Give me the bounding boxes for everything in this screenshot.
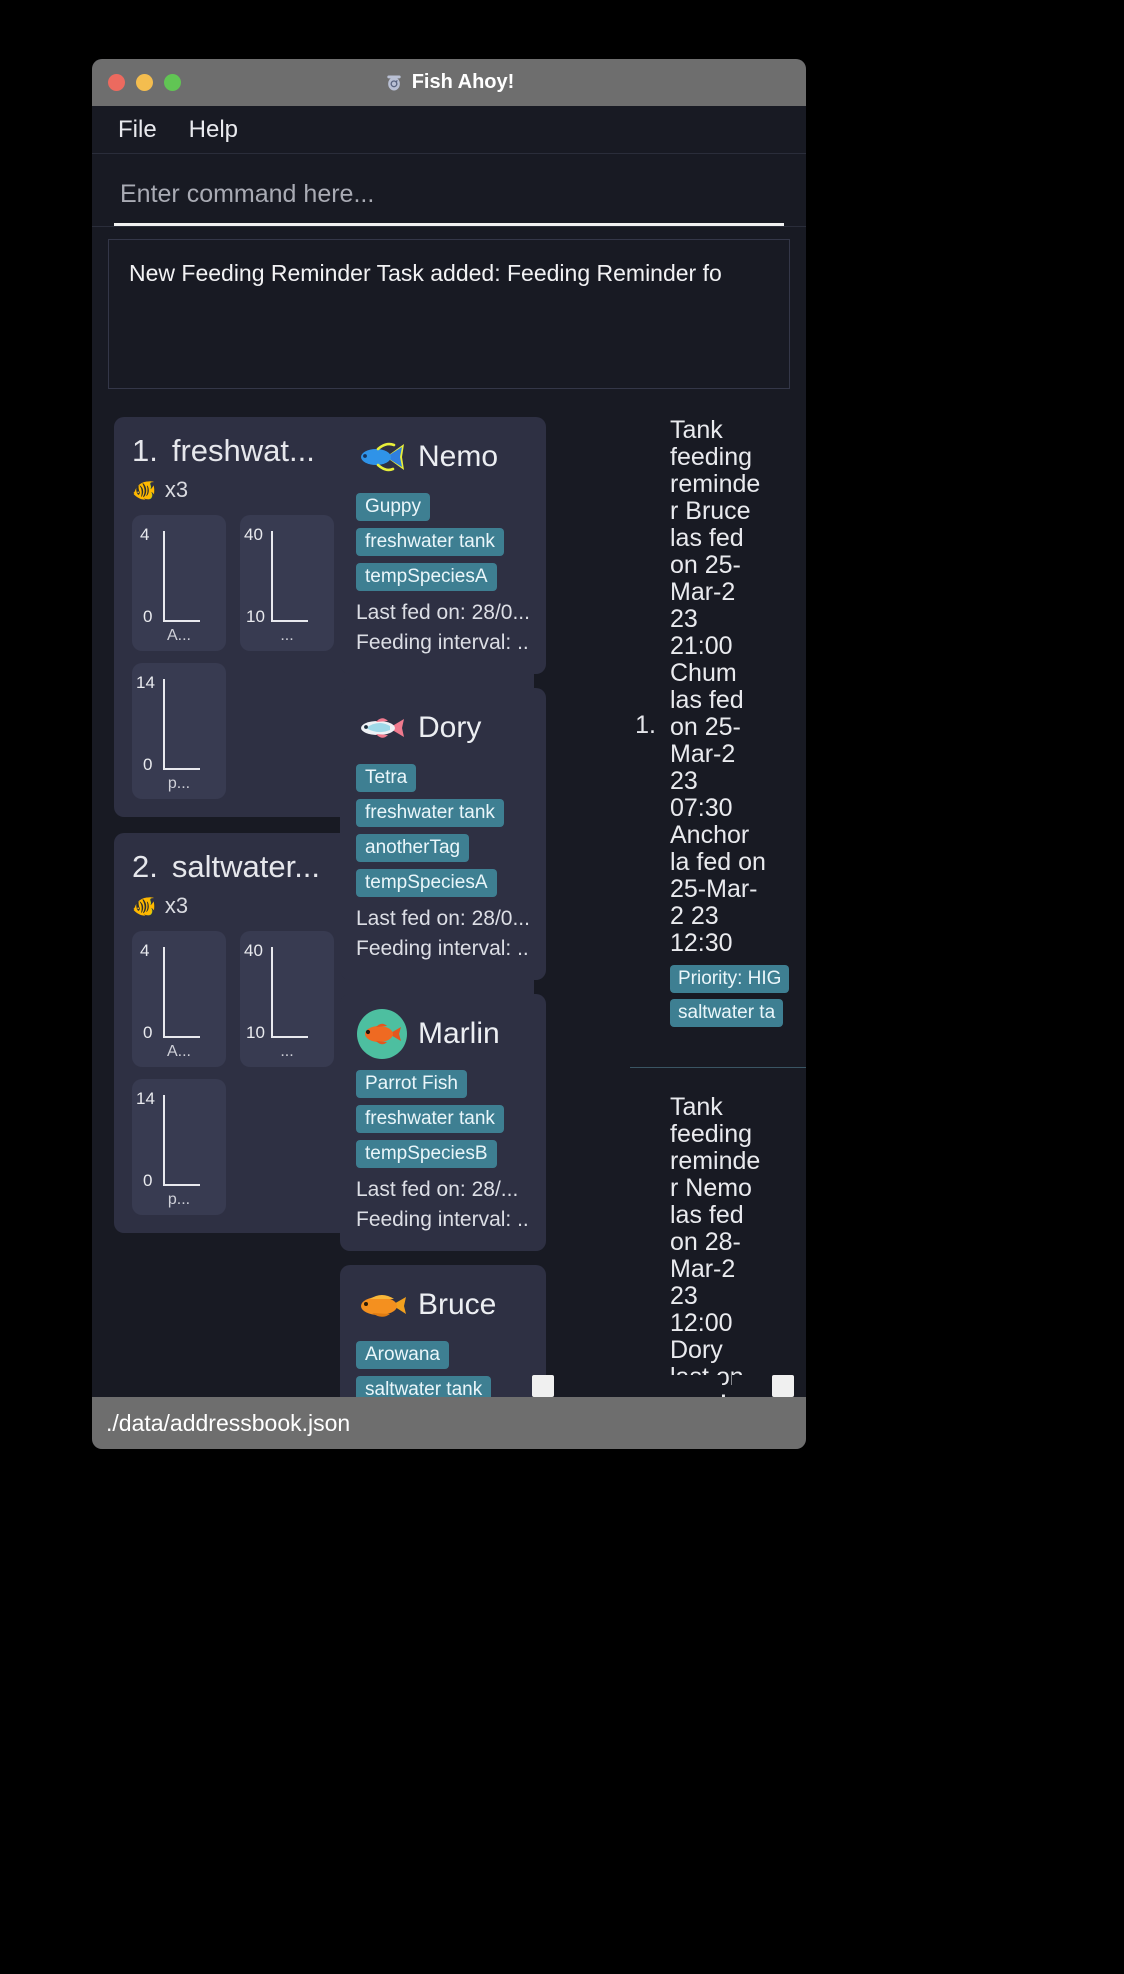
tank-chart-temp[interactable]: 40 10 ... — [240, 515, 334, 651]
fish-column-scroll-thumb[interactable] — [532, 1375, 554, 1397]
fish-tag[interactable]: tempSpeciesA — [356, 869, 497, 897]
task-row[interactable]: 2. Tank feeding reminder Nemo las fed on… — [630, 1093, 806, 1398]
fish-tag[interactable]: Tetra — [356, 764, 417, 792]
title-bar: Fish Ahoy! — [92, 59, 806, 106]
fish-feeding-interval: Feeding interval: ... — [356, 1208, 530, 1231]
app-window: Fish Ahoy! File Help New Feeding Reminde… — [92, 59, 806, 1449]
close-button[interactable] — [108, 74, 125, 91]
tank-name: freshwat... — [171, 433, 315, 468]
chart-xlabel: ... — [280, 1043, 294, 1060]
task-body: Tank feeding reminder Bruce las fed on 2… — [670, 416, 790, 1033]
fish-tags: Parrot Fish freshwater tank tempSpeciesB — [356, 1070, 530, 1175]
parrot-fish-icon — [357, 1009, 407, 1059]
window-title-group: Fish Ahoy! — [92, 59, 806, 106]
fish-tag[interactable]: tempSpeciesA — [356, 563, 497, 591]
fish-tag[interactable]: anotherTag — [356, 834, 470, 862]
fish-last-fed: Last fed on: 28/... — [356, 1178, 519, 1201]
fish-header: Nemo — [356, 431, 530, 483]
status-file-path: ./data/addressbook.json — [106, 1409, 351, 1436]
menu-help[interactable]: Help — [189, 116, 238, 144]
fish-feeding-interval: Feeding interval: ... — [356, 631, 530, 654]
command-area — [92, 154, 806, 227]
fish-emoji-icon: 🐠 — [132, 479, 157, 502]
fish-card[interactable]: Nemo Guppy freshwater tank tempSpeciesA … — [340, 417, 546, 674]
tank-chart-ph[interactable]: 14 0 p... — [132, 663, 226, 799]
chart-xlabel: p... — [167, 1191, 191, 1208]
tank-index: 1. — [132, 433, 158, 468]
fish-app-icon — [387, 75, 401, 90]
task-tags: Priority: HIG saltwater ta — [670, 965, 790, 1033]
tank-list-column: 1. freshwat... 🐠 x3 4 0 A... 40 10 ... 1… — [92, 417, 534, 1397]
task-list-column: 1. Tank feeding reminder Bruce las fed o… — [552, 417, 806, 1397]
tank-chart-species[interactable]: 4 0 A... — [132, 931, 226, 1067]
arowana-fish-icon — [361, 1295, 406, 1317]
fish-name: Marlin — [418, 1017, 500, 1050]
fish-header: Bruce — [356, 1279, 530, 1331]
fish-last-fed: Last fed on: 28/0... — [356, 907, 530, 930]
task-tag-priority[interactable]: Priority: HIG — [670, 965, 790, 993]
result-display-box: New Feeding Reminder Task added: Feeding… — [108, 239, 790, 389]
menu-bar: File Help — [92, 106, 806, 154]
fish-header: Dory — [356, 702, 530, 754]
zoom-button[interactable] — [164, 74, 181, 91]
fish-tags: Arowana saltwater tank tempSpeciesA — [356, 1341, 530, 1397]
fish-tag[interactable]: Parrot Fish — [356, 1070, 467, 1098]
task-description: Tank feeding reminder Nemo las fed on 28… — [670, 1093, 761, 1398]
fish-name: Nemo — [418, 440, 499, 473]
task-description: Tank feeding reminder Bruce las fed on 2… — [670, 416, 766, 957]
guppy-fish-icon — [361, 442, 404, 472]
tank-chart-temp[interactable]: 40 10 ... — [240, 931, 334, 1067]
fish-last-fed: Last fed on: 28/0... — [356, 601, 530, 624]
chart-xlabel: A... — [166, 1043, 191, 1060]
tank-index: 2. — [132, 849, 158, 884]
fish-tag[interactable]: freshwater tank — [356, 528, 504, 556]
fish-header: Marlin — [356, 1008, 530, 1060]
fish-tag[interactable]: freshwater tank — [356, 1105, 504, 1133]
tetra-fish-icon — [361, 718, 404, 738]
fish-tags: Tetra freshwater tank anotherTag tempSpe… — [356, 764, 530, 904]
chart-xlabel: ... — [280, 627, 294, 644]
window-title: Fish Ahoy! — [411, 71, 515, 93]
tank-name: saltwater... — [171, 849, 321, 884]
fish-name: Dory — [418, 711, 482, 744]
fish-list-column: Nemo Guppy freshwater tank tempSpeciesA … — [340, 417, 552, 1397]
fish-feeding-interval: Feeding interval: ... — [356, 937, 530, 960]
fish-card[interactable]: Marlin Parrot Fish freshwater tank tempS… — [340, 994, 546, 1251]
tank-count-label: x3 — [164, 477, 189, 502]
fish-tag[interactable]: tempSpeciesB — [356, 1140, 497, 1168]
fish-column-hscrollbar[interactable] — [532, 1375, 722, 1397]
chart-xlabel: A... — [166, 627, 191, 644]
task-tag-tank[interactable]: saltwater ta — [670, 999, 784, 1027]
task-column-scroll-thumb[interactable] — [772, 1375, 794, 1397]
fish-tag[interactable]: freshwater tank — [356, 799, 504, 827]
status-bar: ./data/addressbook.json — [92, 1397, 806, 1449]
tank-chart-species[interactable]: 4 0 A... — [132, 515, 226, 651]
tank-chart-ph[interactable]: 14 0 p... — [132, 1079, 226, 1215]
fish-tag[interactable]: Guppy — [356, 493, 430, 521]
result-area: New Feeding Reminder Task added: Feeding… — [92, 227, 806, 403]
tank-count-label: x3 — [164, 893, 189, 918]
task-body: Tank feeding reminder Nemo las fed on 28… — [670, 1093, 766, 1398]
main-content: 1. freshwat... 🐠 x3 4 0 A... 40 10 ... 1… — [92, 403, 806, 1397]
fish-tag[interactable]: Arowana — [356, 1341, 449, 1369]
task-column-hscrollbar[interactable] — [732, 1375, 806, 1397]
task-row[interactable]: 1. Tank feeding reminder Bruce las fed o… — [630, 417, 806, 1033]
fish-name: Bruce — [418, 1288, 497, 1321]
task-separator — [630, 1067, 806, 1068]
task-index: 1. — [635, 710, 656, 739]
fish-card[interactable]: Dory Tetra freshwater tank anotherTag te… — [340, 688, 546, 980]
fish-emoji-icon: 🐠 — [132, 895, 157, 918]
fish-card[interactable]: Bruce Arowana saltwater tank tempSpecies… — [340, 1265, 546, 1397]
minimize-button[interactable] — [136, 74, 153, 91]
menu-file[interactable]: File — [118, 116, 157, 144]
result-message: New Feeding Reminder Task added: Feeding… — [129, 260, 722, 286]
chart-xlabel: p... — [167, 775, 191, 792]
fish-tags: Guppy freshwater tank tempSpeciesA — [356, 493, 530, 598]
window-controls — [108, 74, 181, 91]
fish-tag[interactable]: saltwater tank — [356, 1376, 492, 1397]
command-input[interactable] — [114, 174, 784, 226]
content-columns: 1. freshwat... 🐠 x3 4 0 A... 40 10 ... 1… — [92, 403, 806, 1397]
